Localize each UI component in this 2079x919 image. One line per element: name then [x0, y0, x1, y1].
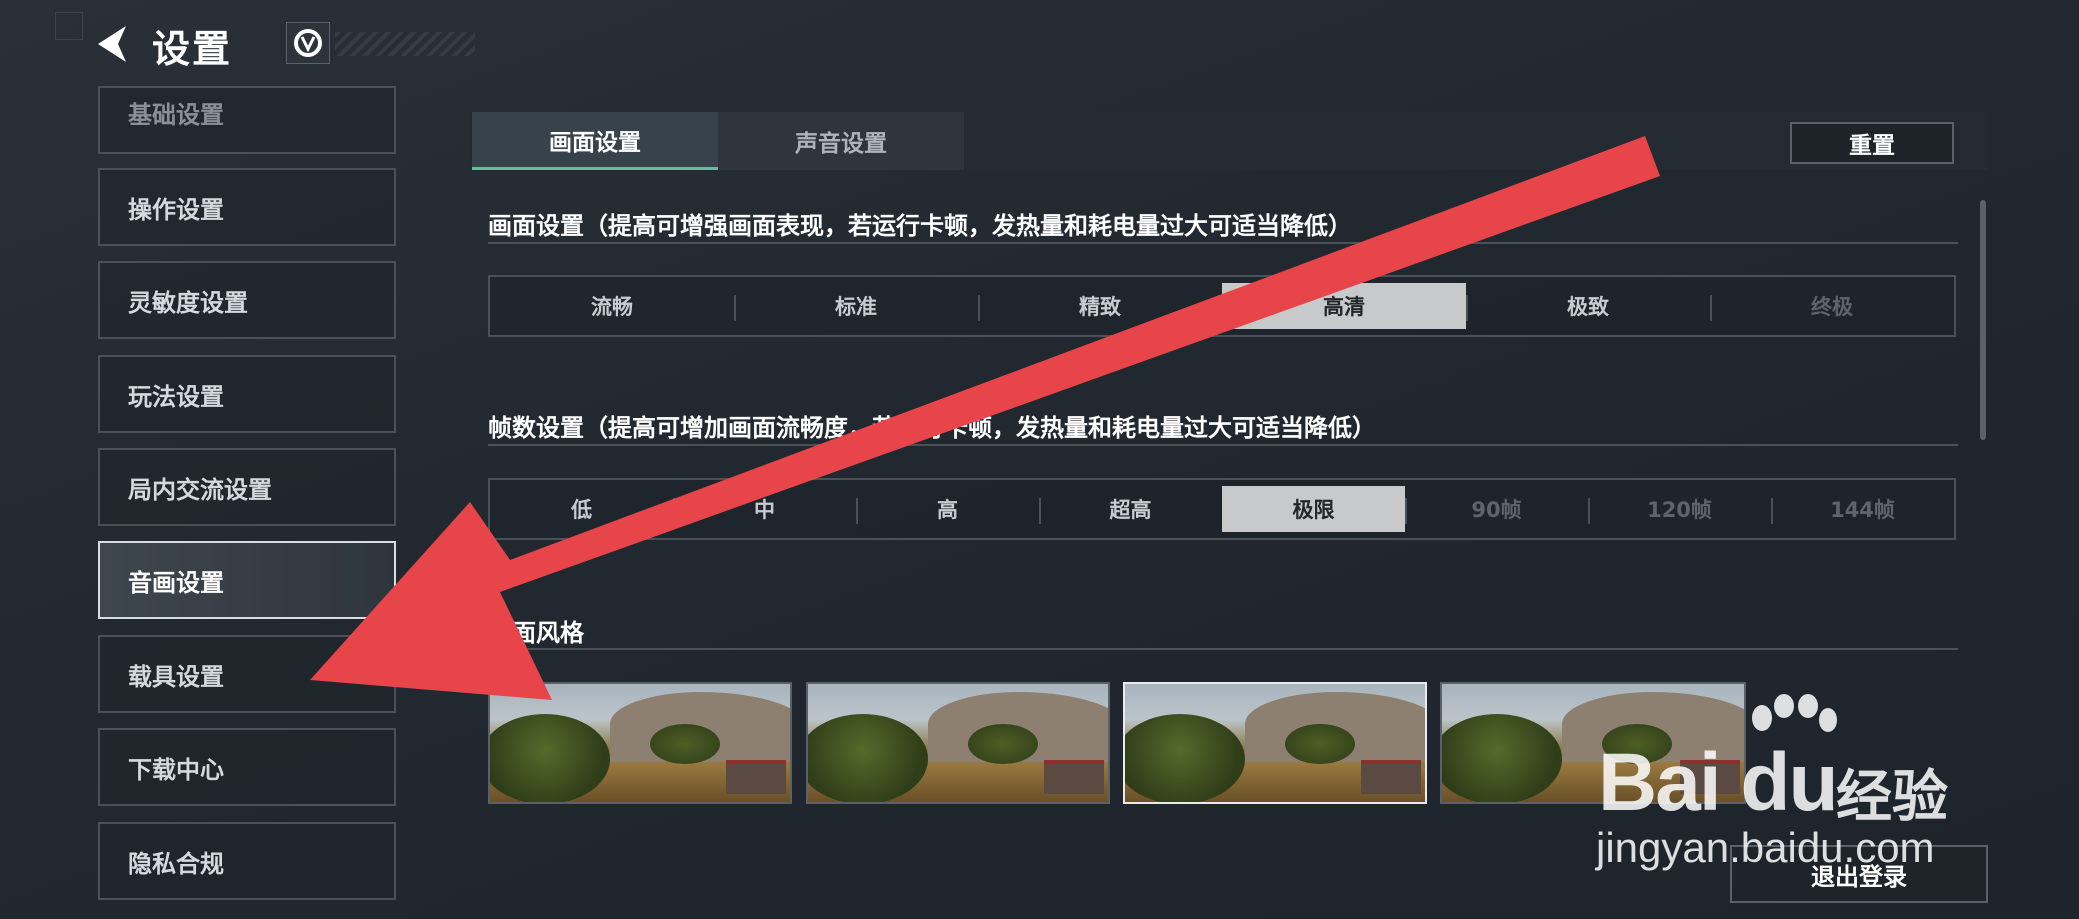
- framerate-option-120[interactable]: 120帧: [1588, 480, 1771, 538]
- scrollbar[interactable]: [1980, 200, 1986, 440]
- sidebar-item-label: 下载中心: [128, 755, 224, 784]
- corner-frame: [55, 12, 83, 40]
- framerate-option-medium[interactable]: 中: [673, 480, 856, 538]
- watermark-jingyan: 经验: [1836, 765, 1948, 830]
- back-arrow-icon[interactable]: [92, 22, 132, 66]
- divider: [488, 648, 1958, 650]
- sidebar-item-downloads[interactable]: 下载中心: [98, 728, 396, 806]
- sidebar-item-gameplay[interactable]: 玩法设置: [98, 355, 396, 433]
- framerate-option-max[interactable]: 极限: [1222, 486, 1405, 532]
- sidebar-item-label: 音画设置: [128, 568, 224, 597]
- sidebar-item-label: 玩法设置: [128, 382, 224, 411]
- graphics-option-hd[interactable]: 高清: [1222, 283, 1466, 329]
- sidebar-item-label: 局内交流设置: [128, 475, 272, 504]
- graphics-option-ultimate[interactable]: 终极: [1710, 277, 1954, 335]
- graphics-option-extreme[interactable]: 极致: [1466, 277, 1710, 335]
- tab-sound[interactable]: 声音设置: [718, 112, 964, 170]
- divider: [488, 242, 1958, 244]
- sidebar-item-label: 基础设置: [128, 101, 224, 129]
- game-logo-icon: [294, 29, 322, 57]
- framerate-option-high[interactable]: 高: [856, 480, 1039, 538]
- framerate-option-ultra[interactable]: 超高: [1039, 480, 1222, 538]
- sidebar-item-chat[interactable]: 局内交流设置: [98, 448, 396, 526]
- sidebar-item-controls[interactable]: 操作设置: [98, 168, 396, 246]
- game-logo-button[interactable]: [286, 22, 330, 64]
- graphics-section-title: 画面设置（提高可增强画面表现，若运行卡顿，发热量和耗电量过大可适当降低）: [488, 212, 1352, 240]
- framerate-option-144[interactable]: 144帧: [1771, 480, 1954, 538]
- sidebar-item-label: 操作设置: [128, 195, 224, 224]
- style-thumbnail-1[interactable]: [488, 682, 792, 804]
- watermark-brand: Bai du: [1598, 737, 1839, 828]
- reset-button[interactable]: 重置: [1790, 122, 1954, 164]
- sidebar-item-audio-video[interactable]: 音画设置: [98, 541, 396, 619]
- style-section-title: 画面风格: [488, 619, 584, 647]
- framerate-selector: 低 中 高 超高 极限 90帧 120帧 144帧: [488, 478, 1956, 540]
- graphics-option-smooth[interactable]: 流畅: [490, 277, 734, 335]
- style-thumbnail-3[interactable]: [1123, 682, 1427, 804]
- divider: [488, 444, 1958, 446]
- sidebar-item-label: 隐私合规: [128, 849, 224, 878]
- sidebar-item-sensitivity[interactable]: 灵敏度设置: [98, 261, 396, 339]
- tab-graphics[interactable]: 画面设置: [472, 112, 718, 170]
- sidebar-item-basic[interactable]: 基础设置: [98, 86, 396, 154]
- graphics-option-refined[interactable]: 精致: [978, 277, 1222, 335]
- framerate-option-low[interactable]: 低: [490, 480, 673, 538]
- style-thumbnail-2[interactable]: [806, 682, 1110, 804]
- header-decoration: [335, 32, 475, 56]
- framerate-option-90[interactable]: 90帧: [1405, 480, 1588, 538]
- sidebar-item-vehicle[interactable]: 载具设置: [98, 635, 396, 713]
- graphics-quality-selector: 流畅 标准 精致 高清 极致 终极: [488, 275, 1956, 337]
- sidebar-item-privacy[interactable]: 隐私合规: [98, 822, 396, 900]
- framerate-section-title: 帧数设置（提高可增加画面流畅度，若运行卡顿，发热量和耗电量过大可适当降低）: [488, 414, 1376, 442]
- watermark-url: jingyan.baidu.com: [1596, 824, 1935, 871]
- sidebar-item-label: 载具设置: [128, 662, 224, 691]
- sidebar-item-label: 灵敏度设置: [128, 288, 248, 317]
- page-title: 设置: [152, 27, 233, 71]
- graphics-option-standard[interactable]: 标准: [734, 277, 978, 335]
